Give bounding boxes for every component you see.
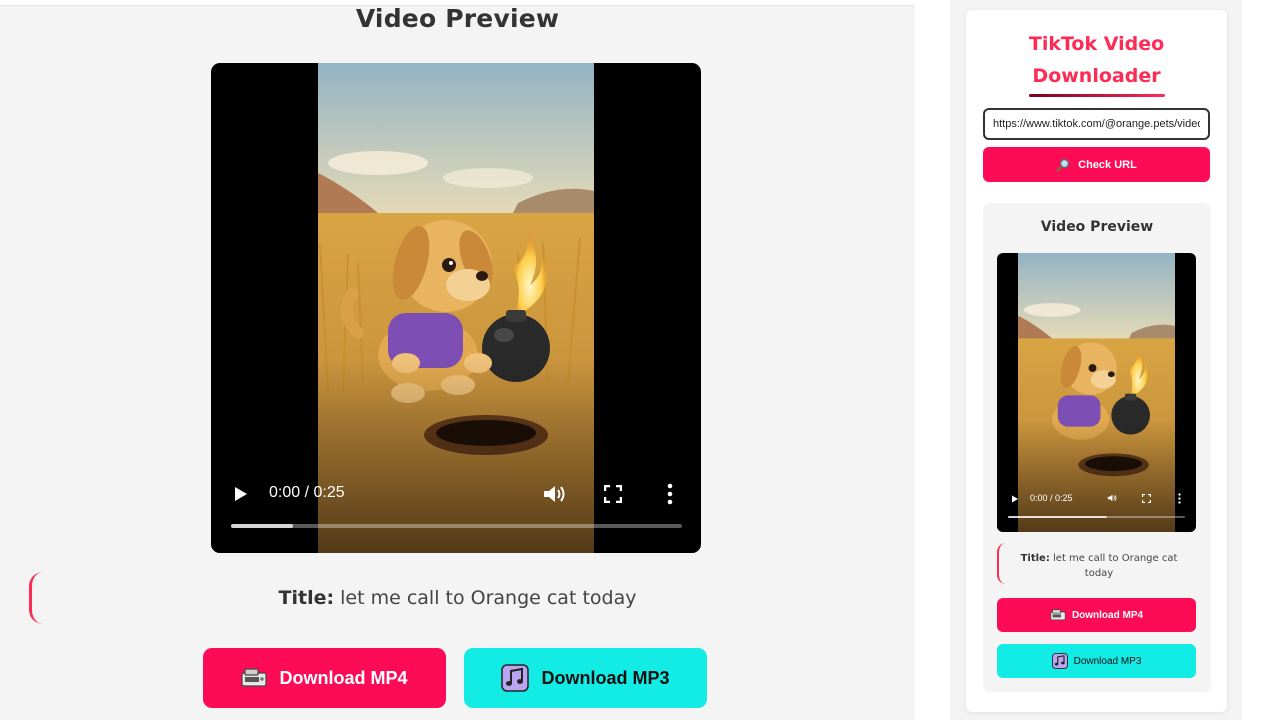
download-mp3-button[interactable]: Download MP3 (464, 648, 707, 708)
fullscreen-icon[interactable] (1142, 494, 1151, 503)
url-input[interactable] (983, 108, 1210, 140)
video-caption: Title: let me call to Orange cat today (0, 587, 915, 609)
video-player[interactable]: 0:00 / 0:25 (211, 63, 701, 553)
progress-bar-fill (231, 524, 293, 528)
download-mp4-label: Download MP4 (279, 667, 408, 688)
play-icon[interactable] (1011, 494, 1019, 504)
download-mp4-button[interactable]: Download MP4 (203, 648, 446, 708)
more-options-icon[interactable] (1177, 493, 1182, 504)
video-player-small[interactable]: 0:00 / 0:25 (997, 253, 1196, 532)
music-note-icon (1051, 653, 1068, 669)
download-mp3-label: Download MP3 (1073, 655, 1142, 667)
caption-text: let me call to Orange cat today (1053, 553, 1178, 579)
time-display: 0:00 / 0:25 (269, 484, 345, 501)
download-mp4-label: Download MP4 (1071, 609, 1144, 621)
volume-icon[interactable] (1107, 493, 1117, 503)
check-url-label: Check URL (1078, 158, 1137, 171)
video-caption-small: Title: let me call to Orange cat today (1008, 551, 1190, 581)
progress-bar-fill (1008, 516, 1107, 518)
progress-bar[interactable] (231, 524, 682, 528)
preview-heading-small: Video Preview (1040, 219, 1154, 235)
check-url-button[interactable]: Check URL (983, 147, 1210, 182)
play-icon[interactable] (233, 485, 249, 503)
more-options-icon[interactable] (665, 483, 675, 505)
fullscreen-icon[interactable] (604, 485, 622, 503)
caption-label: Title: (1020, 553, 1050, 564)
caption-label: Title: (278, 587, 335, 609)
video-camera-icon (1050, 609, 1066, 621)
music-note-icon (501, 664, 530, 692)
caption-accent-small (997, 543, 1006, 584)
volume-icon[interactable] (542, 483, 566, 505)
preview-heading: Video Preview (355, 4, 560, 33)
download-mp3-button-small[interactable]: Download MP3 (997, 644, 1196, 678)
magnifier-icon (1056, 158, 1070, 172)
time-display-small: 0:00 / 0:25 (1030, 493, 1073, 503)
download-mp3-label: Download MP3 (541, 667, 670, 688)
progress-bar-small[interactable] (1008, 516, 1185, 518)
title-underline (1029, 94, 1165, 97)
download-mp4-button-small[interactable]: Download MP4 (997, 598, 1196, 632)
video-camera-icon (241, 668, 268, 688)
app-title: TikTok Video Downloader (1028, 33, 1165, 87)
caption-text: let me call to Orange cat today (340, 587, 637, 609)
